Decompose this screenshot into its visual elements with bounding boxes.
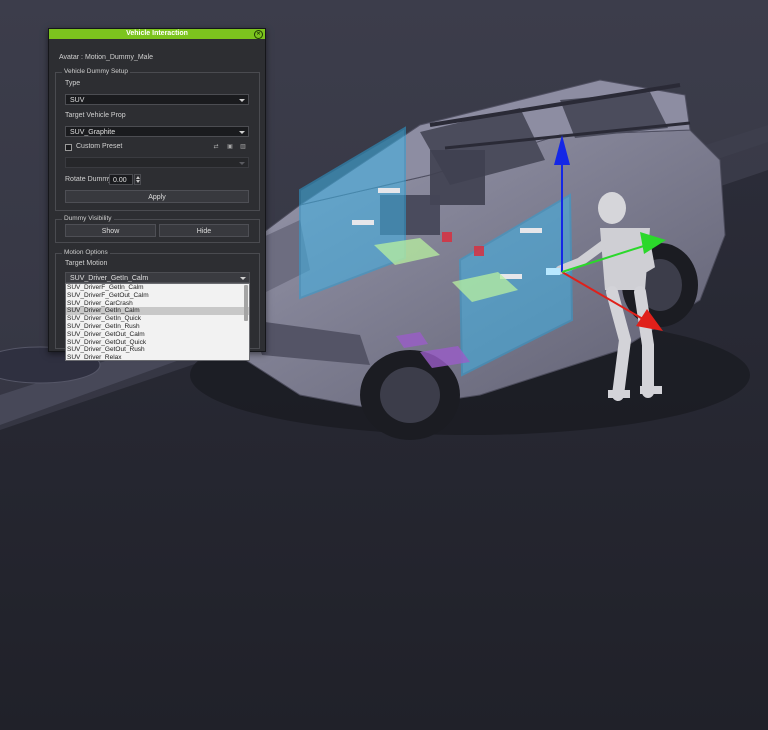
custom-preset-dropdown[interactable]: [65, 157, 249, 168]
marker-red-1: [442, 232, 452, 242]
motion-option[interactable]: SUV_Driver_CarCrash: [66, 300, 249, 308]
type-label: Type: [65, 80, 81, 87]
motion-option[interactable]: SUV_Driver_GetIn_Calm: [66, 307, 249, 316]
handle-rear-upper: [378, 188, 400, 193]
motion-list-items: SUV_DriverF_GetIn_Calm SUV_DriverF_GetOut…: [66, 284, 249, 360]
apply-button[interactable]: Apply: [65, 190, 249, 203]
motion-option[interactable]: SUV_DriverF_GetIn_Calm: [66, 284, 249, 292]
motion-option[interactable]: SUV_Driver_Relax: [66, 354, 249, 360]
target-prop-label: Target Vehicle Prop: [65, 112, 126, 119]
custom-preset-label: Custom Preset: [76, 143, 123, 150]
arrow-down-icon[interactable]: [136, 180, 140, 183]
panel-titlebar[interactable]: Vehicle Interaction ✕: [49, 29, 265, 39]
handle-front-upper: [520, 228, 542, 233]
chevron-down-icon: [240, 277, 246, 280]
target-motion-list[interactable]: SUV_DriverF_GetIn_Calm SUV_DriverF_GetOut…: [65, 283, 250, 361]
swap-icon[interactable]: ⇄: [212, 143, 220, 151]
rotate-spin-arrows[interactable]: [134, 174, 141, 185]
trash-icon[interactable]: ▥: [239, 143, 247, 151]
motion-option[interactable]: SUV_Driver_GetOut_Rush: [66, 346, 249, 354]
close-circle-icon[interactable]: ✕: [254, 30, 263, 39]
type-dropdown[interactable]: SUV: [65, 94, 249, 105]
save-icon[interactable]: ▣: [226, 143, 234, 151]
target-prop-dropdown[interactable]: SUV_Graphite: [65, 126, 249, 137]
motion-option[interactable]: SUV_Driver_GetOut_Quick: [66, 339, 249, 347]
motion-option[interactable]: SUV_Driver_GetIn_Rush: [66, 323, 249, 331]
motion-option[interactable]: SUV_DriverF_GetOut_Calm: [66, 292, 249, 300]
gizmo-center[interactable]: [546, 268, 560, 275]
target-motion-dropdown[interactable]: SUV_Driver_GetIn_Calm: [65, 272, 250, 283]
marker-red-2: [474, 246, 484, 256]
vehicle-interaction-panel: Vehicle Interaction ✕ Avatar : Motion_Du…: [48, 28, 266, 361]
target-motion-label: Target Motion: [65, 260, 108, 267]
rotate-dummy-label: Rotate Dummy: [65, 176, 112, 183]
show-button[interactable]: Show: [65, 224, 156, 237]
3d-viewport[interactable]: Vehicle Interaction ✕ Avatar : Motion_Du…: [0, 0, 768, 730]
group-title-setup: Vehicle Dummy Setup: [62, 68, 130, 75]
chevron-down-icon: [239, 162, 245, 165]
rotate-dummy-value: 0.00: [113, 177, 127, 184]
custom-preset-checkbox[interactable]: [65, 144, 72, 151]
target-motion-value: SUV_Driver_GetIn_Calm: [70, 275, 149, 282]
target-prop-value: SUV_Graphite: [70, 129, 116, 136]
motion-option[interactable]: SUV_Driver_GetIn_Quick: [66, 315, 249, 323]
chevron-down-icon: [239, 131, 245, 134]
arrow-up-icon[interactable]: [136, 176, 140, 179]
motion-option[interactable]: SUV_Driver_GetOut_Calm: [66, 331, 249, 339]
group-title-motion: Motion Options: [62, 249, 110, 256]
rotate-dummy-input[interactable]: 0.00: [109, 174, 133, 185]
panel-title: Vehicle Interaction: [126, 30, 188, 37]
type-value: SUV: [70, 97, 85, 104]
handle-rear-lower: [352, 220, 374, 225]
avatar-label: Avatar : Motion_Dummy_Male: [59, 54, 154, 61]
group-title-visibility: Dummy Visibility: [62, 215, 114, 222]
list-scrollbar[interactable]: [244, 285, 248, 321]
chevron-down-icon: [239, 99, 245, 102]
hide-button[interactable]: Hide: [159, 224, 249, 237]
